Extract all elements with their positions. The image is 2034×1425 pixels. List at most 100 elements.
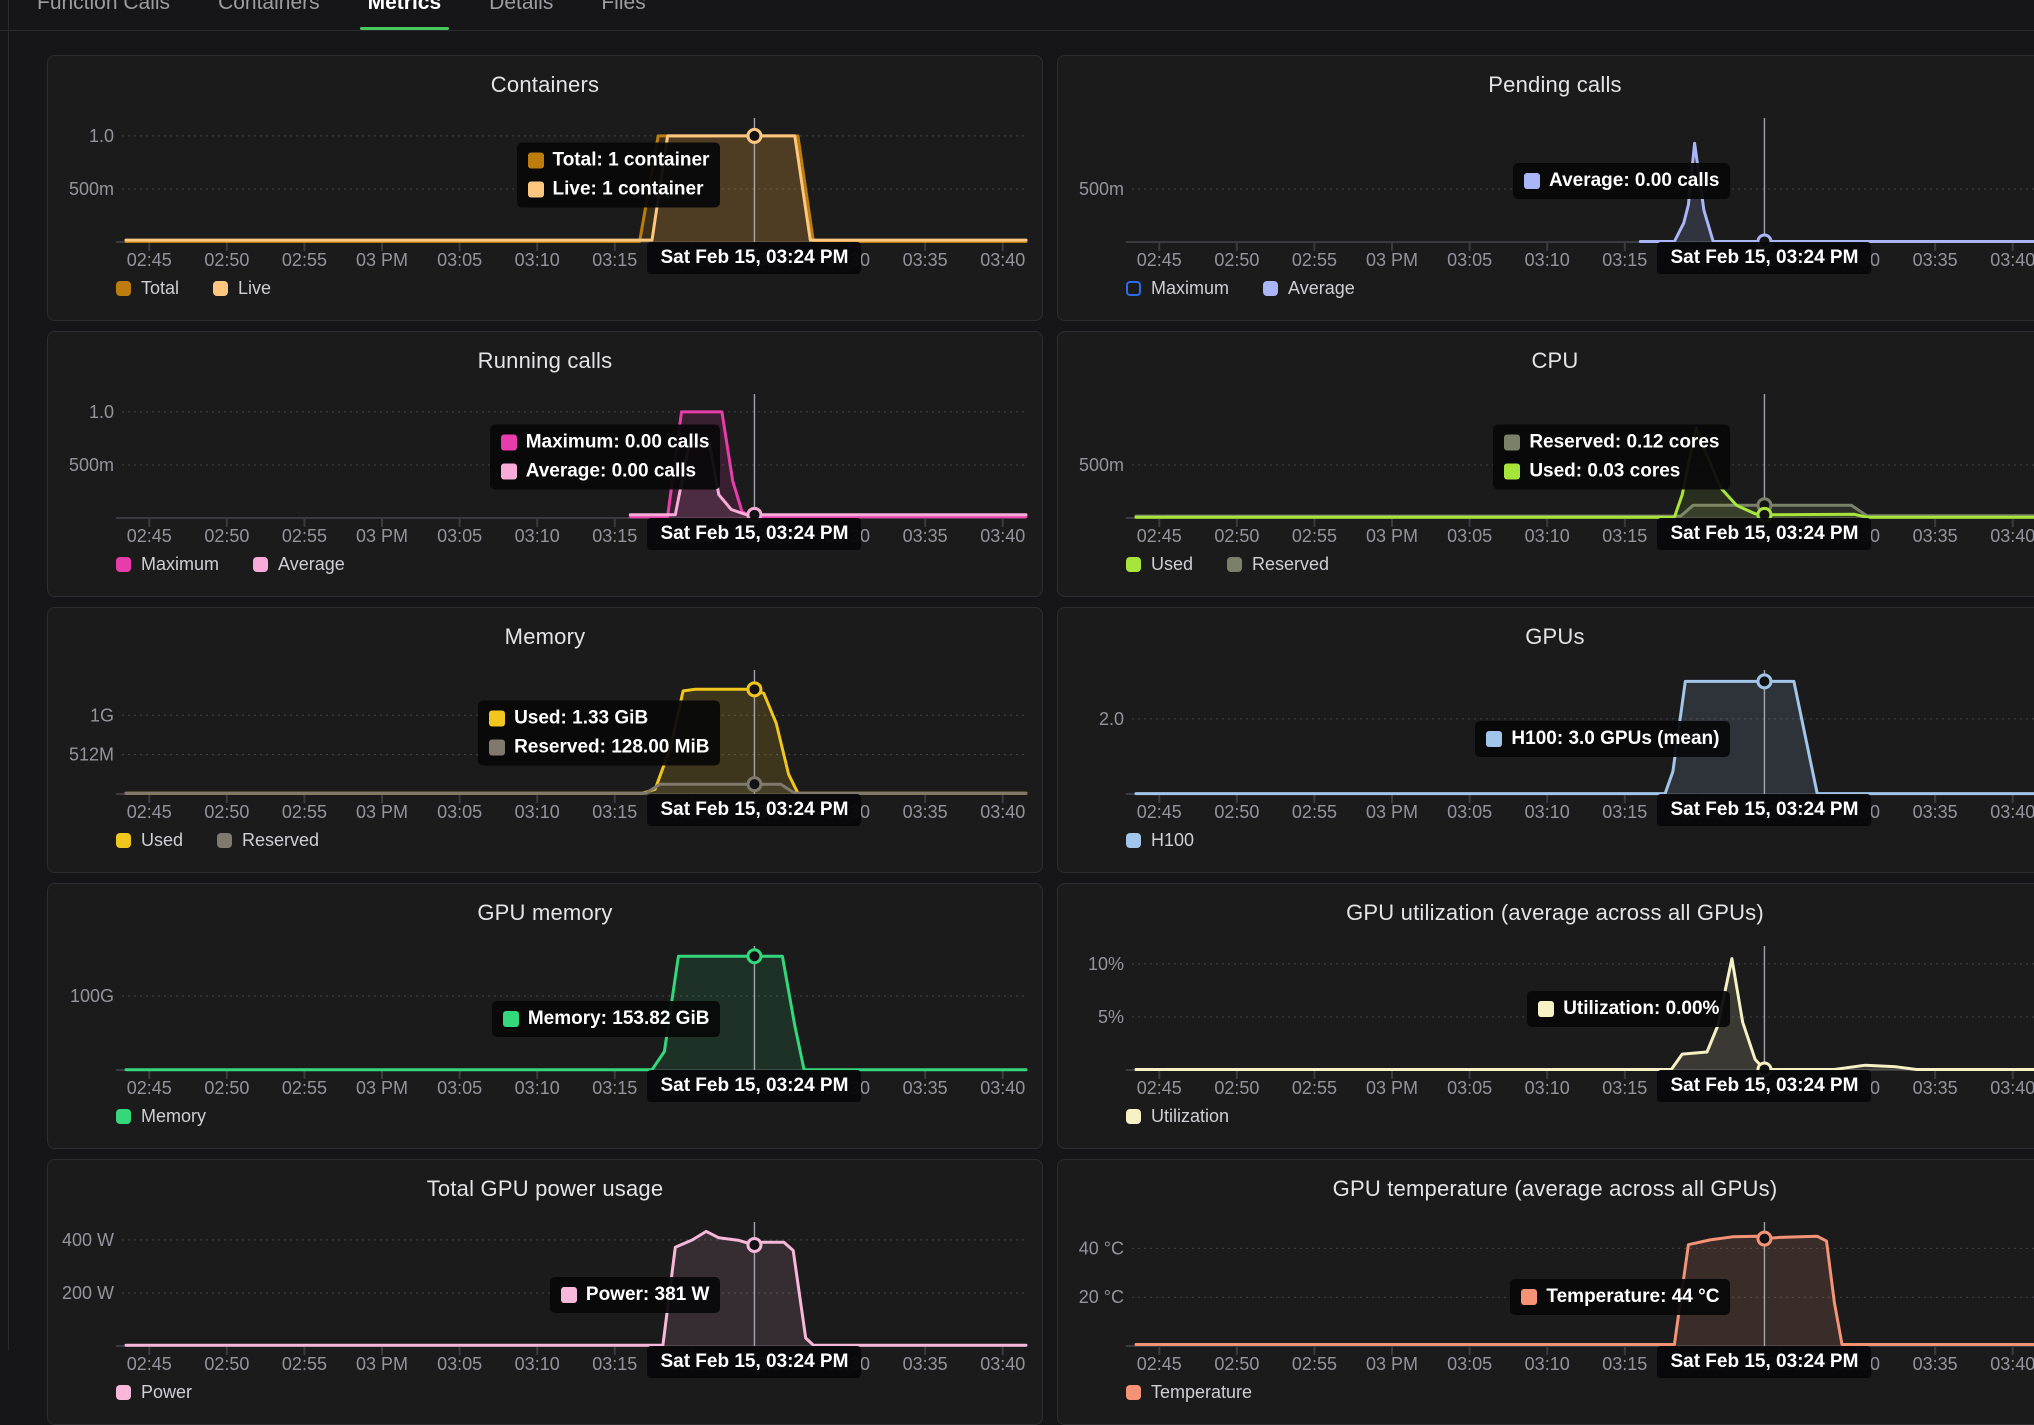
legend-swatch	[1126, 557, 1141, 572]
x-tick-label: 02:55	[1292, 802, 1337, 822]
series-tooltip: Temperature: 44 °C	[1510, 1279, 1730, 1315]
tooltip-series-swatch	[528, 152, 544, 168]
legend-item-memory[interactable]: Memory	[116, 1106, 206, 1127]
tooltip-text: Average: 0.00 calls	[1549, 170, 1719, 192]
x-tick-label: 02:50	[1214, 526, 1259, 546]
legend-item-power[interactable]: Power	[116, 1382, 192, 1403]
tooltip-text: Power: 381 W	[586, 1284, 710, 1306]
chart-card-gpu-memory: GPU memory100G02:4502:5002:5503 PM03:050…	[47, 883, 1043, 1149]
chart-card-gpu-temperature-average-across-all-gpus: GPU temperature (average across all GPUs…	[1057, 1159, 2034, 1425]
chart-legend: Temperature	[1126, 1382, 1252, 1403]
legend-item-maximum[interactable]: Maximum	[116, 554, 219, 575]
tab-files[interactable]: Files	[599, 0, 647, 30]
legend-label: Reserved	[1252, 554, 1329, 575]
x-tick-label: 03:10	[515, 1354, 560, 1374]
cursor-date-tooltip: Sat Feb 15, 03:24 PM	[1657, 794, 1871, 826]
tooltip-text: Reserved: 0.12 cores	[1529, 432, 1719, 454]
x-tick-label: 03:15	[592, 802, 637, 822]
left-edge-divider	[8, 0, 9, 1350]
series-tooltip: Maximum: 0.00 callsAverage: 0.00 calls	[490, 425, 721, 490]
legend-item-average[interactable]: Average	[1263, 278, 1355, 299]
legend-item-used[interactable]: Used	[116, 830, 183, 851]
legend-item-h100[interactable]: H100	[1126, 830, 1194, 851]
x-tick-label: 03 PM	[356, 1354, 408, 1374]
legend-item-temperature[interactable]: Temperature	[1126, 1382, 1252, 1403]
legend-item-reserved[interactable]: Reserved	[1227, 554, 1329, 575]
tooltip-series-swatch	[503, 1011, 519, 1027]
x-tick-label: 03:40	[1990, 802, 2034, 822]
series-tooltip: Power: 381 W	[550, 1277, 721, 1313]
x-tick-label: 03:10	[1525, 1078, 1570, 1098]
x-tick-label: 02:45	[1137, 1354, 1182, 1374]
tooltip-series-swatch	[528, 181, 544, 197]
legend-item-live[interactable]: Live	[213, 278, 271, 299]
tooltip-series-swatch	[1538, 1001, 1554, 1017]
x-tick-label: 02:50	[1214, 1078, 1259, 1098]
x-tick-label: 03:10	[1525, 526, 1570, 546]
legend-label: Used	[1151, 554, 1193, 575]
x-tick-label: 03:05	[1447, 526, 1492, 546]
tooltip-row: H100: 3.0 GPUs (mean)	[1486, 728, 1719, 750]
x-tick-label: 03:15	[1602, 802, 1647, 822]
x-tick-label: 02:55	[1292, 250, 1337, 270]
tab-details[interactable]: Details	[487, 0, 555, 30]
chart-card-gpus: GPUs2.002:4502:5002:5503 PM03:0503:1003:…	[1057, 607, 2034, 873]
x-tick-label: 03:05	[437, 526, 482, 546]
tooltip-series-swatch	[489, 711, 505, 727]
chart-title: Pending calls	[1058, 72, 2034, 98]
active-tab-underline	[360, 27, 450, 30]
tab-metrics[interactable]: Metrics	[366, 0, 444, 30]
series-tooltip: Memory: 153.82 GiB	[492, 1001, 721, 1037]
chart-plot-area[interactable]: 400 W200 W02:4502:5002:5503 PM03:0503:10…	[58, 1218, 1034, 1378]
tooltip-row: Temperature: 44 °C	[1521, 1286, 1719, 1308]
x-tick-label: 03:10	[1525, 802, 1570, 822]
x-tick-label: 02:55	[1292, 1354, 1337, 1374]
y-tick-label: 500m	[1079, 455, 1124, 475]
x-tick-label: 03:10	[1525, 1354, 1570, 1374]
x-tick-label: 03:05	[1447, 1078, 1492, 1098]
tooltip-text: Memory: 153.82 GiB	[528, 1008, 710, 1030]
x-tick-label: 03 PM	[1366, 526, 1418, 546]
x-tick-label: 03:40	[980, 526, 1025, 546]
legend-item-utilization[interactable]: Utilization	[1126, 1106, 1229, 1127]
chart-title: GPU utilization (average across all GPUs…	[1058, 900, 2034, 926]
tabs: Function Calls Containers Metrics Detail…	[0, 0, 2034, 30]
legend-item-used[interactable]: Used	[1126, 554, 1193, 575]
chart-card-memory: Memory1G512M02:4502:5002:5503 PM03:0503:…	[47, 607, 1043, 873]
chart-title: Memory	[48, 624, 1042, 650]
x-tick-label: 03:15	[592, 1354, 637, 1374]
x-tick-label: 03:15	[1602, 1078, 1647, 1098]
legend-swatch	[116, 833, 131, 848]
x-tick-label: 02:50	[1214, 802, 1259, 822]
x-tick-label: 03:05	[437, 1354, 482, 1374]
legend-swatch	[116, 281, 131, 296]
legend-item-total[interactable]: Total	[116, 278, 179, 299]
legend-item-reserved[interactable]: Reserved	[217, 830, 319, 851]
x-tick-label: 02:45	[127, 1078, 172, 1098]
legend-item-maximum[interactable]: Maximum	[1126, 278, 1229, 299]
x-tick-label: 03:35	[1913, 526, 1958, 546]
legend-swatch	[116, 1109, 131, 1124]
x-tick-label: 03:05	[1447, 802, 1492, 822]
x-tick-label: 02:50	[204, 526, 249, 546]
x-tick-label: 03 PM	[356, 1078, 408, 1098]
tooltip-series-swatch	[1524, 173, 1540, 189]
tab-function-calls[interactable]: Function Calls	[35, 0, 172, 30]
tooltip-text: Average: 0.00 calls	[526, 461, 696, 483]
x-tick-label: 03 PM	[356, 526, 408, 546]
legend-item-average[interactable]: Average	[253, 554, 345, 575]
legend-label: Used	[141, 830, 183, 851]
tooltip-row: Total: 1 container	[528, 149, 710, 171]
x-tick-label: 03:35	[903, 1078, 948, 1098]
cursor-date-tooltip: Sat Feb 15, 03:24 PM	[647, 794, 861, 826]
chart-title: Running calls	[48, 348, 1042, 374]
tooltip-text: Temperature: 44 °C	[1546, 1286, 1719, 1308]
y-tick-label: 1G	[90, 705, 114, 725]
x-tick-label: 03:15	[592, 526, 637, 546]
tab-containers[interactable]: Containers	[216, 0, 322, 30]
chart-legend: Memory	[116, 1106, 206, 1127]
cursor-date-tooltip: Sat Feb 15, 03:24 PM	[647, 518, 861, 550]
x-tick-label: 03:35	[903, 802, 948, 822]
y-tick-label: 100G	[70, 986, 114, 1006]
x-tick-label: 03:05	[437, 250, 482, 270]
